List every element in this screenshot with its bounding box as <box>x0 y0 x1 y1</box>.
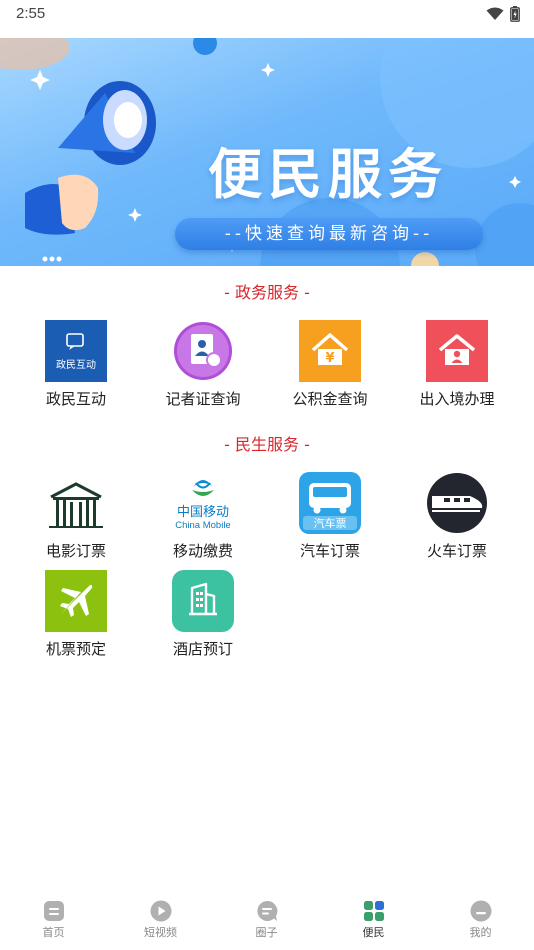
service-item-train-ticket[interactable]: 火车订票 <box>397 472 517 561</box>
home-icon <box>43 901 64 921</box>
status-icons <box>486 6 520 22</box>
service-label: 机票预定 <box>45 640 106 658</box>
nav-item-mine[interactable]: 我的 <box>427 900 534 940</box>
nav-label-mine: 我的 <box>469 926 492 939</box>
nav-label-short-video: 短视频 <box>144 926 177 939</box>
hotel-icon <box>172 570 234 632</box>
status-time: 2:55 <box>16 5 46 22</box>
service-item-exit-entry[interactable]: 出入境办理 <box>397 320 517 409</box>
section-title-livelihood: - 民生服务 - <box>224 435 310 454</box>
profile-icon <box>470 900 491 922</box>
nav-label-home: 首页 <box>42 926 65 939</box>
exit-entry-icon <box>426 320 488 382</box>
service-label: 酒店预订 <box>172 640 233 658</box>
service-label: 政民互动 <box>45 390 106 408</box>
battery-icon <box>510 6 520 22</box>
wifi-icon <box>486 7 504 20</box>
svg-text:¥: ¥ <box>325 351 334 366</box>
service-label: 公积金查询 <box>292 390 368 408</box>
press-card-icon <box>174 322 232 380</box>
train-icon <box>427 473 487 533</box>
banner[interactable]: 便民服务 --快速查询最新咨询-- <box>0 38 534 266</box>
section-title-government: - 政务服务 - <box>224 283 310 302</box>
service-item-china-mobile[interactable]: 中国移动 China Mobile 移动缴费 <box>143 472 263 561</box>
service-item-housing-fund[interactable]: ¥ 公积金查询 <box>270 320 390 409</box>
government-interaction-icon: 政民互动 <box>45 320 107 382</box>
service-label: 火车订票 <box>426 542 487 560</box>
service-label: 出入境办理 <box>419 390 495 408</box>
service-item-cinema[interactable]: 电影订票 <box>16 472 136 561</box>
mobile-icon-text: 中国移动 <box>177 505 229 520</box>
service-item-hotel[interactable]: 酒店预订 <box>143 570 263 659</box>
status-bar: 2:55 <box>0 0 534 30</box>
nav-item-circle[interactable]: 圈子 <box>213 900 320 940</box>
banner-title: 便民服务 <box>208 143 448 206</box>
play-icon <box>150 900 171 922</box>
banner-subtitle: --快速查询最新咨询-- <box>175 218 483 250</box>
service-item-press-card[interactable]: 记者证查询 <box>143 320 263 409</box>
bus-icon-text: 汽车票 <box>314 516 347 530</box>
service-label: 汽车订票 <box>299 542 360 560</box>
china-mobile-icon: 中国移动 China Mobile <box>172 472 234 534</box>
nav-label-convenience: 便民 <box>362 926 385 939</box>
nav-label-circle: 圈子 <box>255 926 278 939</box>
service-item-government-interaction[interactable]: 政民互动 政民互动 <box>16 320 136 409</box>
airplane-icon <box>45 570 107 632</box>
service-label: 记者证查询 <box>165 390 241 408</box>
nav-item-home[interactable]: 首页 <box>0 900 107 940</box>
service-item-flight-ticket[interactable]: 机票预定 <box>16 570 136 659</box>
service-label: 移动缴费 <box>172 542 233 560</box>
chat-icon <box>256 900 277 921</box>
service-label: 电影订票 <box>45 542 106 560</box>
cinema-icon <box>45 472 107 534</box>
mobile-icon-subtext: China Mobile <box>175 520 230 531</box>
housing-fund-icon: ¥ <box>299 320 361 382</box>
nav-item-short-video[interactable]: 短视频 <box>107 900 214 940</box>
grid-icon <box>363 901 384 921</box>
nav-item-convenience[interactable]: 便民 <box>320 900 427 940</box>
service-item-bus-ticket[interactable]: 汽车票 汽车订票 <box>270 472 390 561</box>
bottom-nav: 首页 短视频 圈子 便民 我的 <box>0 890 534 950</box>
bus-icon: 汽车票 <box>299 472 361 534</box>
government-icon-text: 政民互动 <box>56 358 96 371</box>
